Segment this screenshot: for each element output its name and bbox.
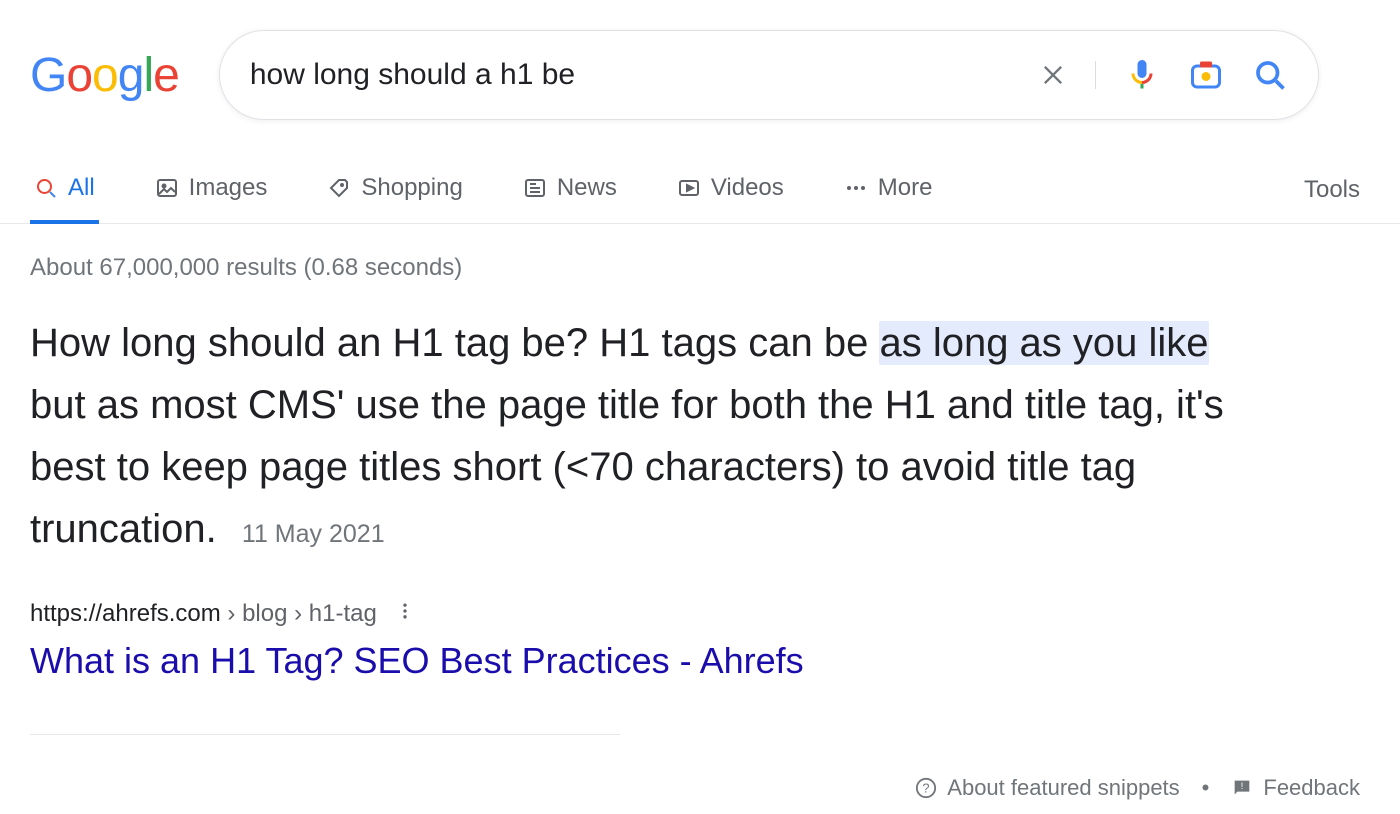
tab-shopping-label: Shopping bbox=[361, 174, 462, 202]
tab-news-label: News bbox=[557, 174, 617, 202]
tab-all-label: All bbox=[68, 174, 95, 202]
about-snippets-link[interactable]: ? About featured snippets bbox=[915, 775, 1179, 801]
result-source: https://ahrefs.com › blog › h1-tag What … bbox=[0, 560, 1400, 682]
breadcrumb-path[interactable]: › blog › h1-tag bbox=[221, 600, 377, 627]
svg-text:!: ! bbox=[1241, 781, 1244, 791]
tab-more-label: More bbox=[878, 174, 933, 202]
tab-images[interactable]: Images bbox=[151, 160, 272, 224]
search-bar[interactable] bbox=[219, 30, 1319, 120]
result-title-link[interactable]: What is an H1 Tag? SEO Best Practices - … bbox=[30, 640, 1370, 682]
tools-button[interactable]: Tools bbox=[1300, 162, 1370, 222]
clear-icon[interactable] bbox=[1039, 61, 1096, 89]
tab-shopping[interactable]: Shopping bbox=[323, 160, 466, 224]
camera-icon[interactable] bbox=[1188, 57, 1224, 93]
breadcrumb-domain[interactable]: https://ahrefs.com bbox=[30, 600, 221, 627]
snippet-pre: How long should an H1 tag be? H1 tags ca… bbox=[30, 321, 879, 365]
search-input[interactable] bbox=[250, 58, 1039, 92]
google-logo[interactable]: Google bbox=[30, 48, 179, 103]
result-stats: About 67,000,000 results (0.68 seconds) bbox=[0, 224, 1400, 312]
tabs-container: All Images Shopping News Videos More Too… bbox=[0, 160, 1400, 224]
tab-all[interactable]: All bbox=[30, 160, 99, 224]
breadcrumb: https://ahrefs.com › blog › h1-tag bbox=[30, 600, 1370, 628]
snippet-post: but as most CMS' use the page title for … bbox=[30, 383, 1224, 551]
featured-snippet: How long should an H1 tag be? H1 tags ca… bbox=[0, 312, 1300, 560]
svg-text:?: ? bbox=[923, 781, 930, 796]
snippet-footer: ? About featured snippets • ! Feedback bbox=[0, 735, 1400, 811]
search-icon[interactable] bbox=[1252, 57, 1288, 93]
tab-videos[interactable]: Videos bbox=[673, 160, 788, 224]
header: Google bbox=[0, 0, 1400, 120]
snippet-highlight: as long as you like bbox=[879, 321, 1208, 365]
feedback-link[interactable]: ! Feedback bbox=[1231, 775, 1360, 801]
separator-dot: • bbox=[1202, 775, 1210, 801]
tab-images-label: Images bbox=[189, 174, 268, 202]
tab-more[interactable]: More bbox=[840, 160, 937, 224]
about-snippets-label: About featured snippets bbox=[947, 775, 1179, 801]
search-bar-icons bbox=[1039, 57, 1288, 93]
snippet-text: How long should an H1 tag be? H1 tags ca… bbox=[30, 321, 1224, 551]
snippet-date: 11 May 2021 bbox=[242, 520, 385, 548]
tab-videos-label: Videos bbox=[711, 174, 784, 202]
more-options-icon[interactable] bbox=[395, 600, 415, 628]
tab-news[interactable]: News bbox=[519, 160, 621, 224]
feedback-label: Feedback bbox=[1263, 775, 1360, 801]
microphone-icon[interactable] bbox=[1124, 57, 1160, 93]
